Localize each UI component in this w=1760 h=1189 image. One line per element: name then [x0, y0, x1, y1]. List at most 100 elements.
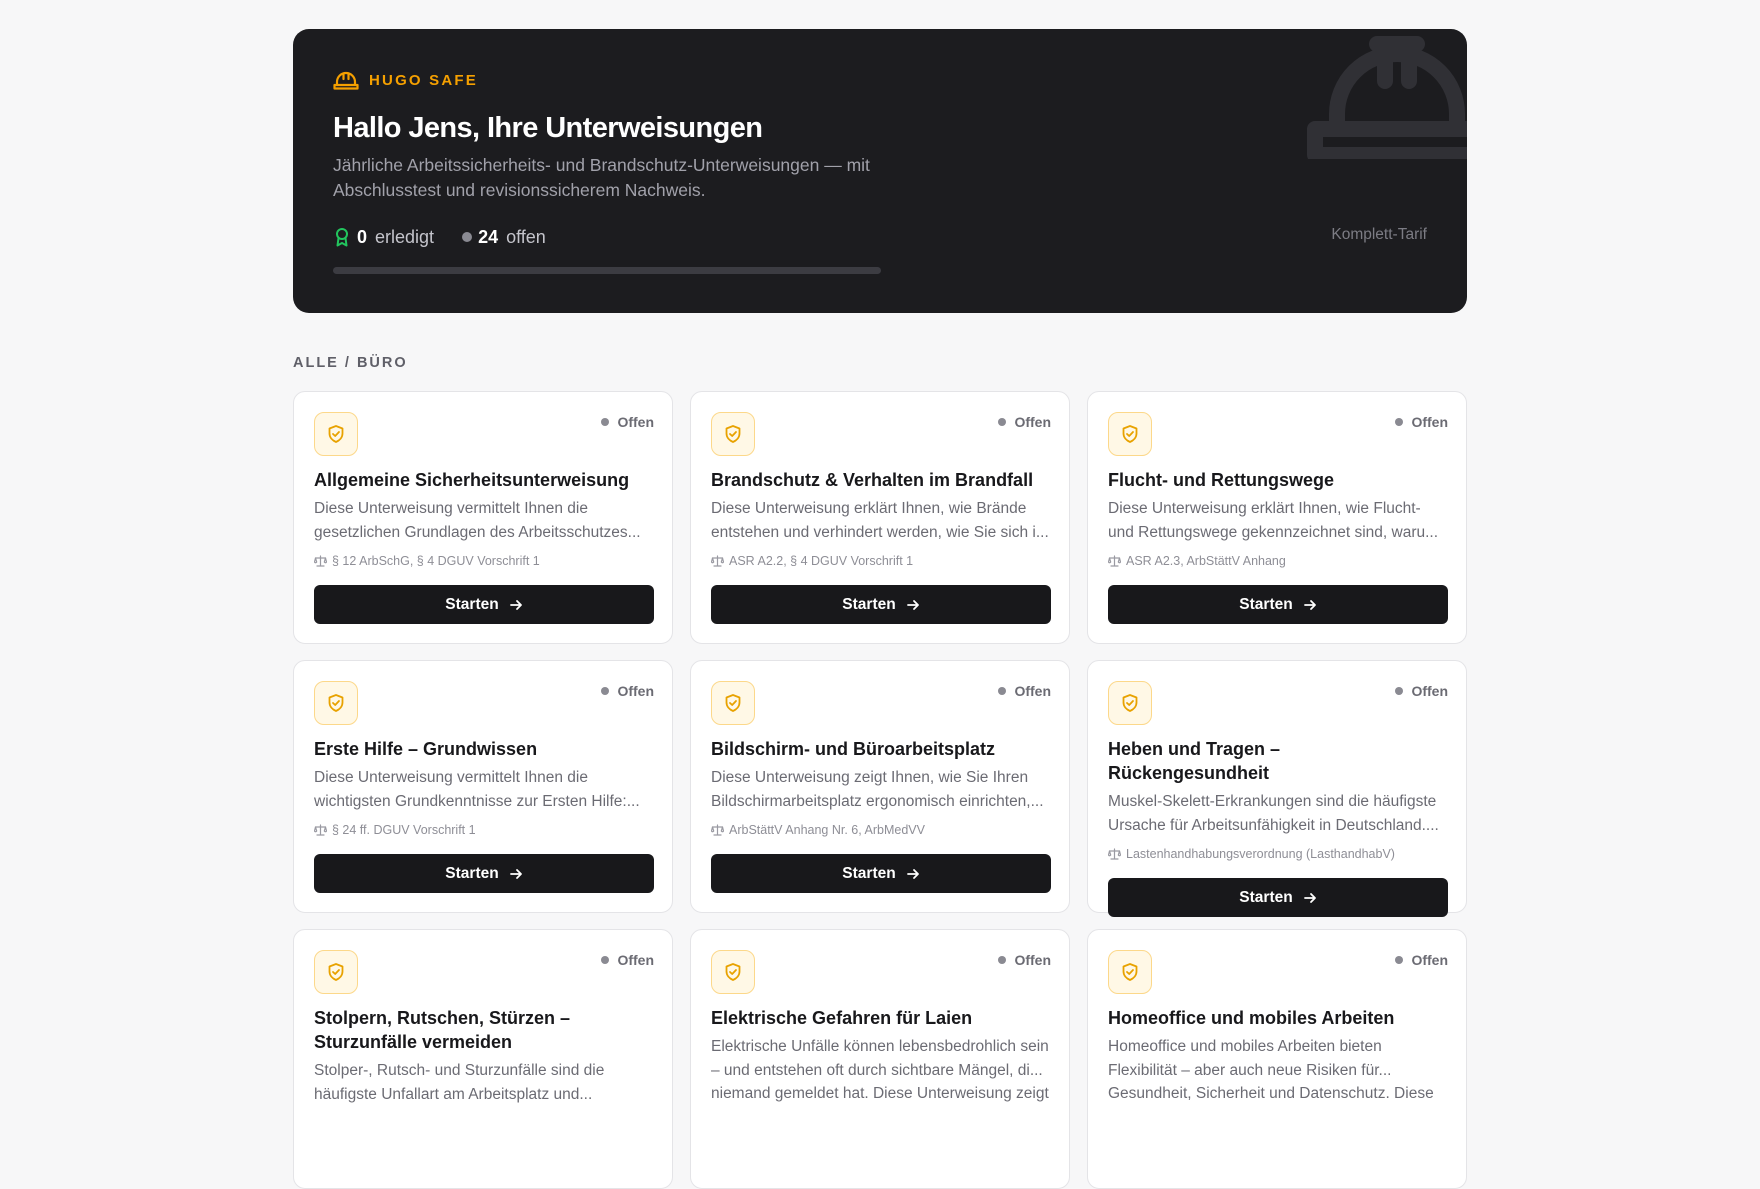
page-container: HUGO SAFE Hallo Jens, Ihre Unterweisunge…	[293, 29, 1467, 1189]
legal-reference: ASR A2.2, § 4 DGUV Vorschrift 1	[711, 553, 1049, 569]
scale-icon	[711, 555, 724, 567]
card-icon-box	[711, 412, 755, 456]
brand-name: HUGO SAFE	[369, 71, 478, 89]
helmet-watermark-icon	[1307, 36, 1467, 159]
status-dot-icon	[998, 956, 1007, 964]
open-dot-icon	[462, 232, 473, 242]
card-icon-box	[314, 681, 358, 725]
start-button[interactable]: Starten	[314, 854, 654, 893]
completed-count: 0	[357, 226, 368, 247]
legal-reference: § 24 ff. DGUV Vorschrift 1	[314, 822, 652, 838]
scale-icon	[711, 824, 724, 836]
status-dot-icon	[1395, 687, 1404, 695]
status-badge: Offen	[601, 414, 654, 430]
legal-reference: ArbStättV Anhang Nr. 6, ArbMedVV	[711, 822, 1049, 838]
card-icon-box	[1108, 950, 1152, 994]
status-badge: Offen	[998, 952, 1051, 968]
scale-icon	[314, 555, 327, 567]
card-icon-box	[314, 412, 358, 456]
status-dot-icon	[998, 418, 1007, 426]
status-badge: Offen	[1395, 414, 1448, 430]
start-button-label: Starten	[1239, 595, 1293, 613]
legal-text: ArbStättV Anhang Nr. 6, ArbMedVV	[729, 823, 925, 837]
training-card: Offen Flucht- und Rettungswege Diese Unt…	[1087, 391, 1467, 644]
card-title: Heben und Tragen – Rückengesundheit	[1108, 739, 1281, 783]
scale-icon	[1108, 848, 1121, 860]
training-grid: Offen Allgemeine Sicherheitsunterweisung…	[293, 391, 1467, 1189]
arrow-right-icon	[509, 868, 522, 879]
page-title: Hallo Jens, Ihre Unterweisungen	[333, 112, 763, 144]
arrow-right-icon	[509, 599, 522, 610]
shield-check-icon	[328, 694, 344, 712]
status-dot-icon	[601, 956, 610, 964]
start-button-label: Starten	[445, 864, 499, 882]
card-title: Elektrische Gefahren für Laien	[711, 1008, 973, 1028]
card-description: Diese Unterweisung vermittelt Ihnen die …	[314, 500, 641, 541]
status-dot-icon	[1395, 956, 1404, 964]
shield-check-icon	[725, 425, 741, 443]
card-description: Homeoffice und mobiles Arbeiten bieten F…	[1108, 1038, 1434, 1102]
legal-text: Lastenhandhabungsverordnung (Lasthandhab…	[1126, 847, 1395, 861]
start-button[interactable]: Starten	[314, 585, 654, 624]
training-card: Offen Homeoffice und mobiles Arbeiten Ho…	[1087, 929, 1467, 1189]
start-button-label: Starten	[1239, 888, 1293, 906]
arrow-right-icon	[1303, 599, 1316, 610]
scale-icon	[314, 824, 327, 836]
shield-check-icon	[1122, 963, 1138, 981]
card-title: Homeoffice und mobiles Arbeiten	[1108, 1008, 1395, 1028]
status-badge: Offen	[601, 952, 654, 968]
status-dot-icon	[998, 687, 1007, 695]
start-button-label: Starten	[445, 595, 499, 613]
start-button[interactable]: Starten	[1108, 585, 1448, 624]
training-card: Offen Elektrische Gefahren für Laien Ele…	[690, 929, 1070, 1189]
status-dot-icon	[601, 687, 610, 695]
status-badge: Offen	[601, 683, 654, 699]
award-icon	[336, 228, 348, 247]
shield-check-icon	[1122, 425, 1138, 443]
card-title: Stolpern, Rutschen, Stürzen – Sturzunfäl…	[314, 1008, 571, 1052]
arrow-right-icon	[906, 868, 919, 879]
card-icon-box	[1108, 412, 1152, 456]
completed-label: erledigt	[375, 226, 435, 247]
progress-bar	[333, 267, 881, 274]
status-badge: Offen	[1395, 683, 1448, 699]
status-text: Offen	[617, 952, 654, 968]
start-button[interactable]: Starten	[1108, 878, 1448, 917]
card-icon-box	[314, 950, 358, 994]
stat-completed: 0 erledigt	[333, 227, 434, 248]
card-description: Elektrische Unfälle können lebensbedrohl…	[711, 1038, 1049, 1102]
start-button[interactable]: Starten	[711, 854, 1051, 893]
card-title: Bildschirm- und Büroarbeitsplatz	[711, 739, 996, 759]
page-subtitle: Jährliche Arbeitssicherheits- und Brands…	[333, 155, 870, 200]
start-button-label: Starten	[842, 864, 896, 882]
status-badge: Offen	[998, 414, 1051, 430]
legal-reference: Lastenhandhabungsverordnung (Lasthandhab…	[1108, 846, 1446, 862]
card-title: Allgemeine Sicherheitsunterweisung	[314, 470, 630, 490]
section-heading: ALLE / BÜRO	[293, 355, 408, 371]
card-title: Flucht- und Rettungswege	[1108, 470, 1334, 490]
status-dot-icon	[1395, 418, 1404, 426]
training-card: Offen Stolpern, Rutschen, Stürzen – Stur…	[293, 929, 673, 1189]
training-card: Offen Brandschutz & Verhalten im Brandfa…	[690, 391, 1070, 644]
arrow-right-icon	[1303, 892, 1316, 903]
plan-label: Komplett-Tarif	[1331, 226, 1427, 243]
shield-check-icon	[1122, 694, 1138, 712]
card-icon-box	[1108, 681, 1152, 725]
training-card: Offen Erste Hilfe – Grundwissen Diese Un…	[293, 660, 673, 913]
status-text: Offen	[1014, 683, 1051, 699]
shield-check-icon	[328, 963, 344, 981]
status-text: Offen	[1411, 683, 1448, 699]
legal-text: ASR A2.3, ArbStättV Anhang	[1126, 554, 1286, 568]
card-icon-box	[711, 950, 755, 994]
welcome-banner: HUGO SAFE Hallo Jens, Ihre Unterweisunge…	[293, 29, 1467, 313]
legal-text: § 12 ArbSchG, § 4 DGUV Vorschrift 1	[332, 554, 540, 568]
status-badge: Offen	[998, 683, 1051, 699]
card-description: Diese Unterweisung zeigt Ihnen, wie Sie …	[711, 769, 1044, 810]
start-button[interactable]: Starten	[711, 585, 1051, 624]
training-card: Offen Heben und Tragen – Rückengesundhei…	[1087, 660, 1467, 917]
arrow-right-icon	[906, 599, 919, 610]
open-label: offen	[506, 226, 546, 247]
card-description: Diese Unterweisung vermittelt Ihnen die …	[314, 769, 640, 810]
card-title: Brandschutz & Verhalten im Brandfall	[711, 470, 1034, 490]
progress-stats: 0 erledigt 24 offen	[333, 225, 1427, 249]
